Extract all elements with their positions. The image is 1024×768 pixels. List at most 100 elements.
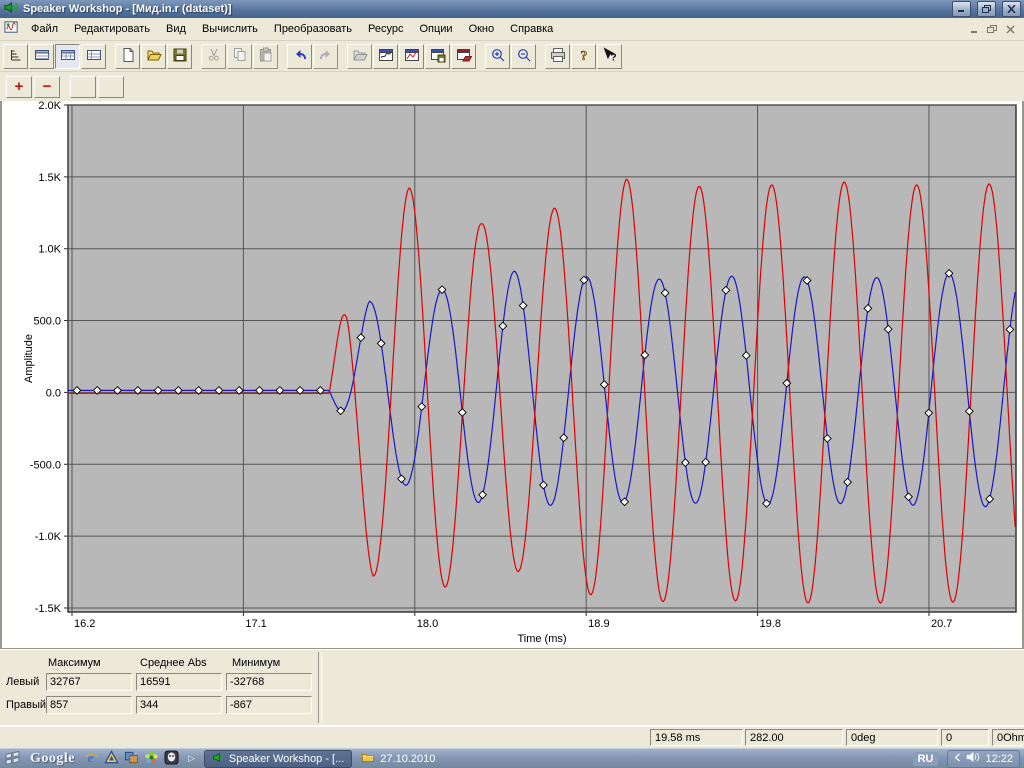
- menu-item-6[interactable]: Опции: [411, 20, 460, 38]
- tray-chevron-icon[interactable]: [954, 753, 961, 765]
- context-help-icon: ?: [602, 47, 618, 66]
- chart-export-button[interactable]: [451, 44, 476, 69]
- chart-line-button[interactable]: [399, 44, 424, 69]
- status-cell-0: 19.58 ms: [650, 729, 743, 746]
- right-min-value: -867: [226, 696, 312, 714]
- cut-button[interactable]: [201, 44, 226, 69]
- taskbar-item-folder[interactable]: 27.10.2010: [361, 751, 435, 767]
- zoom-in-icon: [490, 47, 506, 66]
- y-tick-label: 2.0K: [38, 101, 61, 112]
- left-avg-value: 16591: [136, 673, 222, 691]
- chart-area: 2.0K1.5K1.0K500.00.0-500.0-1.0K-1.5K16.2…: [0, 101, 1024, 648]
- status-bar: 19.58 ms282.000deg00Ohms: [0, 725, 1024, 749]
- print-button[interactable]: [545, 44, 570, 69]
- table-grid-icon: [60, 47, 76, 66]
- save-file-button[interactable]: [167, 44, 192, 69]
- svg-text:e: e: [88, 750, 94, 765]
- chart-window-button[interactable]: [373, 44, 398, 69]
- ie-icon[interactable]: e: [84, 750, 99, 768]
- chat-app-icon[interactable]: [124, 750, 139, 768]
- main-toolbar: ??: [0, 41, 1024, 72]
- menu-item-4[interactable]: Преобразовать: [266, 20, 360, 38]
- mdi-window-controls: [966, 22, 1022, 36]
- taskbar-button-label: Speaker Workshop - [...: [229, 753, 344, 765]
- desktop: Speaker Workshop - [Мид.in.r (dataset)] …: [0, 0, 1024, 768]
- new-file-button[interactable]: [115, 44, 140, 69]
- icq-flower-icon[interactable]: [144, 750, 159, 768]
- taskbar-folder-label: 27.10.2010: [380, 753, 435, 765]
- open-file-button[interactable]: [141, 44, 166, 69]
- blank-2-button[interactable]: [98, 76, 124, 98]
- menu-item-7[interactable]: Окно: [461, 20, 503, 38]
- mdi-restore-button[interactable]: [984, 22, 1000, 36]
- mdi-close-button[interactable]: [1002, 22, 1018, 36]
- y-tick-label: 500.0: [33, 316, 61, 328]
- blank-1-button[interactable]: [70, 76, 96, 98]
- add-point-button[interactable]: +: [6, 76, 32, 98]
- taskbar-button-speaker-workshop[interactable]: Speaker Workshop - [...: [204, 750, 352, 768]
- x-tick-label: 18.9: [588, 618, 609, 630]
- stats-header-min: Минимум: [230, 657, 322, 669]
- save-icon: [172, 47, 188, 66]
- x-tick-label: 18.0: [417, 618, 438, 630]
- menu-item-5[interactable]: Ресурс: [360, 20, 411, 38]
- chart-export-icon: [456, 47, 472, 66]
- chevron-right-icon[interactable]: ▷: [188, 753, 195, 764]
- windows-flag-icon[interactable]: [4, 750, 21, 768]
- y-tick-label: 0.0: [46, 387, 61, 399]
- copy-button[interactable]: [227, 44, 252, 69]
- remove-point-button[interactable]: −: [34, 76, 60, 98]
- language-indicator[interactable]: RU: [913, 752, 939, 766]
- toolbar-separator: [279, 44, 287, 69]
- paste-button[interactable]: [253, 44, 278, 69]
- mdi-minimize-button[interactable]: [966, 22, 982, 36]
- quick-launch-bar: e: [84, 750, 179, 768]
- menu-item-0[interactable]: Файл: [23, 20, 66, 38]
- toolbar-separator: [62, 74, 70, 99]
- status-cell-3: 0: [941, 729, 989, 746]
- record-view-button[interactable]: [81, 44, 106, 69]
- undo-button[interactable]: [287, 44, 312, 69]
- toolbar-separator: [477, 44, 485, 69]
- menu-item-1[interactable]: Редактировать: [66, 20, 158, 38]
- volume-icon[interactable]: [966, 751, 980, 766]
- menu-item-8[interactable]: Справка: [502, 20, 561, 38]
- zoom-out-icon: [516, 47, 532, 66]
- chart-save-button[interactable]: [425, 44, 450, 69]
- sort-view-button[interactable]: [3, 44, 28, 69]
- context-help-button[interactable]: ?: [597, 44, 622, 69]
- open-folder-icon: [146, 47, 162, 66]
- redo-button[interactable]: [313, 44, 338, 69]
- skull-app-icon[interactable]: [164, 750, 179, 768]
- close-button[interactable]: [1002, 1, 1021, 17]
- x-tick-label: 19.8: [760, 618, 781, 630]
- folder-gray-icon: [352, 47, 368, 66]
- google-toolbar-logo[interactable]: Google: [30, 751, 75, 767]
- right-max-value: 857: [46, 696, 132, 714]
- help-button[interactable]: ?: [571, 44, 596, 69]
- datasheet-view-button[interactable]: [29, 44, 54, 69]
- clock: 12:22: [985, 753, 1013, 765]
- daemon-triangle-icon[interactable]: [104, 750, 119, 768]
- stats-header-max: Максимум: [46, 657, 138, 669]
- paste-icon: [258, 47, 274, 66]
- menu-item-2[interactable]: Вид: [158, 20, 194, 38]
- zoom-in-button[interactable]: [485, 44, 510, 69]
- menu-item-3[interactable]: Вычислить: [194, 20, 266, 38]
- import-button[interactable]: [347, 44, 372, 69]
- help-icon: ?: [576, 47, 592, 66]
- dataset-icon: [4, 20, 19, 38]
- stats-row-label: Левый: [6, 676, 46, 688]
- zoom-out-button[interactable]: [511, 44, 536, 69]
- y-tick-label: 1.0K: [38, 244, 61, 256]
- edit-toolbar: +−: [0, 72, 1024, 102]
- waveform-chart[interactable]: 2.0K1.5K1.0K500.00.0-500.0-1.0K-1.5K16.2…: [2, 101, 1022, 648]
- system-tray: 12:22: [947, 750, 1020, 768]
- minimize-button[interactable]: [952, 1, 971, 17]
- chart-window-icon: [378, 47, 394, 66]
- grid-view-button[interactable]: [55, 44, 80, 69]
- toolbar-separator: [107, 44, 115, 69]
- restore-button[interactable]: [977, 1, 996, 17]
- left-max-value: 32767: [46, 673, 132, 691]
- toolbar-separator: [193, 44, 201, 69]
